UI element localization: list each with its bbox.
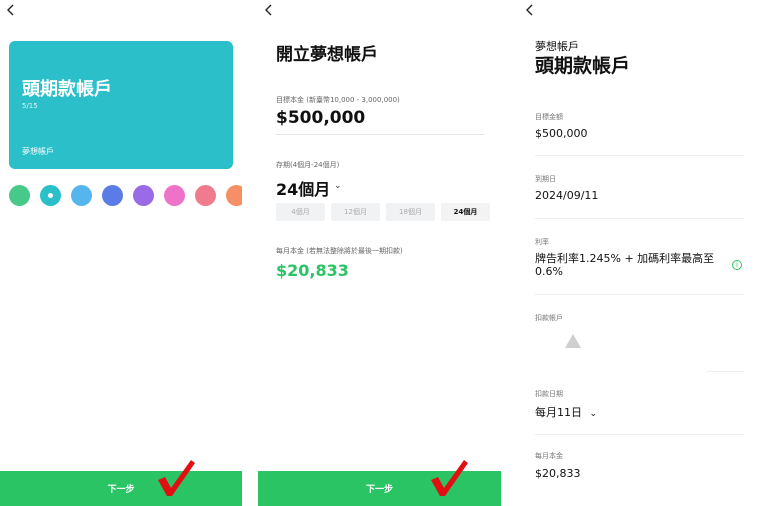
color-swatch[interactable]: [71, 185, 92, 206]
due-date-value: 2024/09/11: [535, 189, 599, 202]
period-option[interactable]: 24個月: [441, 203, 490, 221]
page-title: 開立夢想帳戶: [276, 45, 378, 65]
target-amount-label: 目標本金 (新臺幣10,000 - 3,000,000): [276, 96, 400, 104]
back-chevron-icon[interactable]: [264, 3, 278, 17]
chevron-down-icon: ⌄: [589, 409, 598, 419]
back-chevron-icon[interactable]: [6, 3, 20, 17]
interest-rate-value: 牌告利率1.245% + 加碼利率最高至 0.6%: [535, 252, 715, 278]
divider: [535, 434, 744, 435]
divider: [707, 371, 744, 372]
target-amount-label: 目標金額: [535, 113, 563, 121]
target-amount-input[interactable]: $500,000: [276, 108, 365, 128]
period-select[interactable]: 24個月: [276, 176, 330, 200]
divider: [535, 294, 744, 295]
account-summary-screen: 夢想帳戶 頭期款帳戶 目標金額 $500,000 到期日 2024/09/11 …: [517, 0, 757, 506]
input-underline: [276, 134, 484, 135]
period-option[interactable]: 18個月: [386, 203, 435, 221]
monthly-principal-label: 每月本金 (若無法整除將於最後一期扣款): [276, 247, 403, 255]
info-icon[interactable]: i: [732, 260, 742, 270]
divider: [535, 155, 744, 156]
dream-account-card: 頭期款帳戶 5/15 夢想帳戶: [9, 41, 233, 169]
open-dream-account-screen: 開立夢想帳戶 目標本金 (新臺幣10,000 - 3,000,000) $500…: [258, 0, 501, 506]
next-button[interactable]: 下一步: [0, 471, 242, 506]
target-amount-value: $500,000: [535, 127, 588, 140]
debit-date-value: 每月11日: [535, 406, 582, 419]
card-title: 頭期款帳戶: [22, 79, 112, 100]
color-swatch-row: [9, 185, 242, 206]
color-select-screen: 頭期款帳戶 5/15 夢想帳戶 下一步: [0, 0, 242, 506]
color-swatch[interactable]: [9, 185, 30, 206]
monthly-principal-value: $20,833: [276, 261, 349, 280]
interest-rate-label: 利率: [535, 238, 549, 246]
color-swatch[interactable]: [164, 185, 185, 206]
monthly-principal-label: 每月本金: [535, 452, 563, 460]
card-type: 夢想帳戶: [22, 147, 54, 156]
due-date-label: 到期日: [535, 175, 556, 183]
divider: [535, 218, 744, 219]
debit-date-select[interactable]: 每月11日 ⌄: [535, 404, 597, 420]
red-checkmark-icon: [158, 460, 195, 496]
period-option[interactable]: 12個月: [331, 203, 380, 221]
back-chevron-icon[interactable]: [525, 3, 539, 17]
red-checkmark-icon: [431, 460, 468, 496]
card-progress: 5/15: [22, 102, 38, 110]
period-options: 4個月 12個月 18個月 24個月: [276, 203, 490, 221]
period-option[interactable]: 4個月: [276, 203, 325, 221]
debit-date-label: 扣款日期: [535, 390, 563, 398]
account-title: 頭期款帳戶: [535, 55, 631, 77]
chevron-down-icon[interactable]: ⌄: [334, 181, 342, 191]
color-swatch[interactable]: [226, 185, 242, 206]
loading-triangle-icon: [565, 334, 581, 348]
color-swatch[interactable]: [195, 185, 216, 206]
period-label: 存期(4個月-24個月): [276, 161, 340, 169]
color-swatch[interactable]: [40, 185, 61, 206]
debit-account-label: 扣款帳戶: [535, 314, 563, 322]
color-swatch[interactable]: [102, 185, 123, 206]
monthly-principal-value: $20,833: [535, 467, 581, 480]
color-swatch[interactable]: [133, 185, 154, 206]
